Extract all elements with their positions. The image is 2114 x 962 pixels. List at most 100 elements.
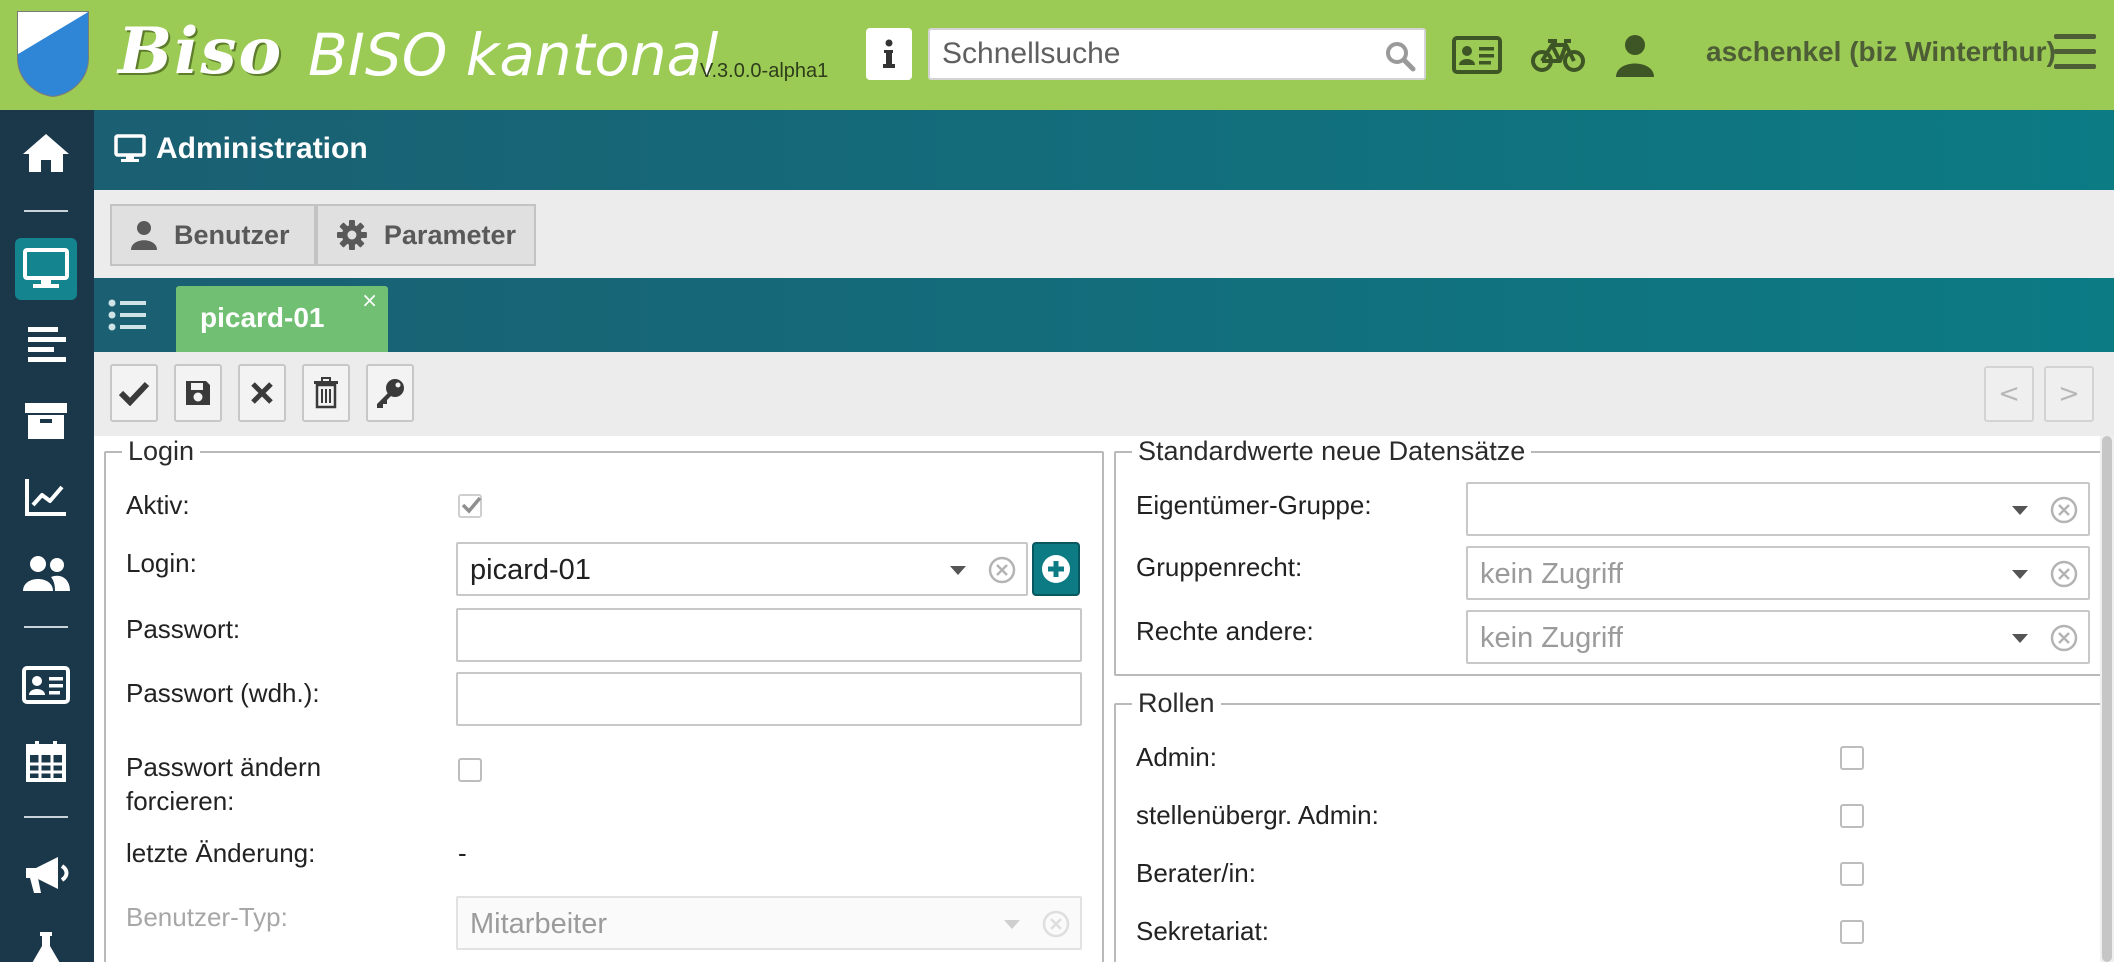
previous-record-button[interactable]: < — [1984, 366, 2034, 422]
passwort-field[interactable] — [456, 608, 1082, 662]
password-key-button[interactable] — [366, 364, 414, 422]
chevron-down-icon[interactable] — [950, 566, 966, 575]
benutzer-button-label: Benutzer — [174, 219, 290, 250]
calendar-icon — [26, 741, 66, 782]
sidebar-item-archive[interactable] — [15, 390, 77, 452]
page-header: Administration — [94, 110, 2114, 190]
archive-icon — [25, 403, 67, 439]
megaphone-icon — [26, 857, 69, 893]
quick-search[interactable] — [928, 28, 1426, 80]
close-icon[interactable]: × — [361, 288, 378, 312]
list-icon[interactable] — [108, 298, 148, 332]
contact-card-button[interactable] — [1452, 30, 1502, 80]
login-panel-legend: Login — [128, 436, 195, 466]
trash-icon — [314, 377, 338, 409]
clear-icon[interactable] — [2050, 560, 2078, 588]
plus-circle-icon — [1042, 555, 1070, 583]
role-checkbox-berater[interactable] — [1840, 862, 1864, 886]
gear-icon — [336, 220, 367, 250]
add-login-button[interactable] — [1032, 542, 1080, 596]
users-icon — [23, 556, 70, 591]
monitor-icon — [114, 134, 146, 162]
confirm-button[interactable] — [110, 364, 158, 422]
flask-icon — [32, 932, 60, 962]
role-checkbox-stellenuebergr-admin[interactable] — [1840, 804, 1864, 828]
role-checkbox-sekretariat[interactable] — [1840, 920, 1864, 944]
address-card-icon — [22, 666, 70, 704]
delete-button[interactable] — [302, 364, 350, 422]
check-icon — [461, 496, 482, 514]
benutzer-typ-select: Mitarbeiter — [456, 896, 1082, 950]
sidebar-item-lab[interactable] — [15, 920, 77, 962]
cancel-button[interactable] — [238, 364, 286, 422]
bicycle-button[interactable] — [1530, 30, 1586, 80]
letzte-aenderung-label: letzte Änderung: — [126, 838, 316, 868]
align-left-icon — [28, 327, 66, 362]
passwort-aendern-checkbox[interactable] — [458, 758, 482, 782]
profile-button[interactable] — [1614, 30, 1656, 80]
sidebar-separator — [24, 816, 68, 818]
login-select[interactable]: picard-01 — [456, 542, 1028, 596]
sidebar-item-list[interactable] — [15, 314, 77, 376]
home-icon — [23, 134, 69, 172]
defaults-panel-legend: Standardwerte neue Datensätze — [1138, 436, 1526, 466]
letzte-aenderung-value: - — [458, 838, 467, 868]
clear-icon — [1042, 910, 1070, 938]
passwort-wdh-label: Passwort (wdh.): — [126, 678, 320, 708]
rechte-andere-value: kein Zugriff — [1480, 622, 1623, 654]
save-icon — [186, 381, 210, 405]
next-record-button[interactable]: > — [2044, 366, 2094, 422]
sidebar-item-calendar[interactable] — [15, 730, 77, 792]
passwort-aendern-label-2: forcieren: — [126, 786, 235, 816]
record-tab-bar: picard-01 × — [94, 278, 2114, 352]
record-tab-picard-01[interactable]: picard-01 × — [176, 286, 388, 352]
sidebar-item-administration[interactable] — [15, 238, 77, 300]
rechte-andere-select[interactable]: kein Zugriff — [1466, 610, 2090, 664]
eigentuemer-select[interactable] — [1466, 482, 2090, 536]
record-toolbar: < > — [94, 352, 2114, 436]
sidebar-separator — [24, 210, 68, 212]
sidebar-item-home[interactable] — [15, 122, 77, 184]
save-button[interactable] — [174, 364, 222, 422]
passwort-aendern-label: Passwort ändern — [126, 752, 322, 782]
clear-icon[interactable] — [988, 556, 1016, 584]
app-version: V.3.0.0-alpha1 — [700, 60, 829, 82]
passwort-wdh-field[interactable] — [456, 672, 1082, 726]
user-label[interactable]: aschenkel (biz Winterthur) — [1706, 36, 2056, 68]
sidebar-item-users[interactable] — [15, 542, 77, 604]
benutzer-button[interactable]: Benutzer — [110, 204, 316, 266]
info-button[interactable] — [866, 28, 912, 80]
rollen-panel-legend: Rollen — [1138, 688, 1215, 718]
chevron-down-icon[interactable] — [2012, 506, 2028, 515]
search-icon[interactable] — [1384, 40, 1416, 72]
key-icon — [377, 379, 404, 408]
gruppenrecht-select[interactable]: kein Zugriff — [1466, 546, 2090, 600]
bicycle-icon — [1531, 39, 1585, 72]
rechte-andere-label: Rechte andere: — [1136, 616, 1314, 646]
check-icon — [118, 381, 150, 406]
sidebar-item-statistics[interactable] — [15, 466, 77, 528]
sidebar-item-contacts[interactable] — [15, 654, 77, 716]
hamburger-menu-icon[interactable] — [2054, 32, 2096, 72]
app-title: BISO kantonal — [308, 21, 719, 89]
info-icon — [883, 39, 895, 68]
chevron-down-icon[interactable] — [2012, 634, 2028, 643]
login-value: picard-01 — [470, 554, 591, 586]
clear-icon[interactable] — [2050, 496, 2078, 524]
chevron-down-icon[interactable] — [2012, 570, 2028, 579]
biso-logo[interactable]: Biso — [118, 10, 283, 94]
login-label: Login: — [126, 548, 197, 578]
eigentuemer-label: Eigentümer-Gruppe: — [1136, 490, 1372, 520]
clear-icon[interactable] — [2050, 624, 2078, 652]
user-icon — [1616, 35, 1654, 77]
aktiv-checkbox[interactable] — [458, 494, 482, 518]
role-label-stellenuebergr-admin: stellenübergr. Admin: — [1136, 800, 1379, 830]
gruppenrecht-value: kein Zugriff — [1480, 558, 1623, 590]
role-checkbox-admin[interactable] — [1840, 746, 1864, 770]
benutzer-typ-value: Mitarbeiter — [470, 908, 607, 940]
search-input[interactable] — [942, 34, 1362, 74]
parameter-button[interactable]: Parameter — [316, 204, 536, 266]
sidebar-item-announcements[interactable] — [15, 844, 77, 906]
scrollbar-thumb[interactable] — [2102, 436, 2112, 962]
chevron-down-icon — [1004, 920, 1020, 929]
